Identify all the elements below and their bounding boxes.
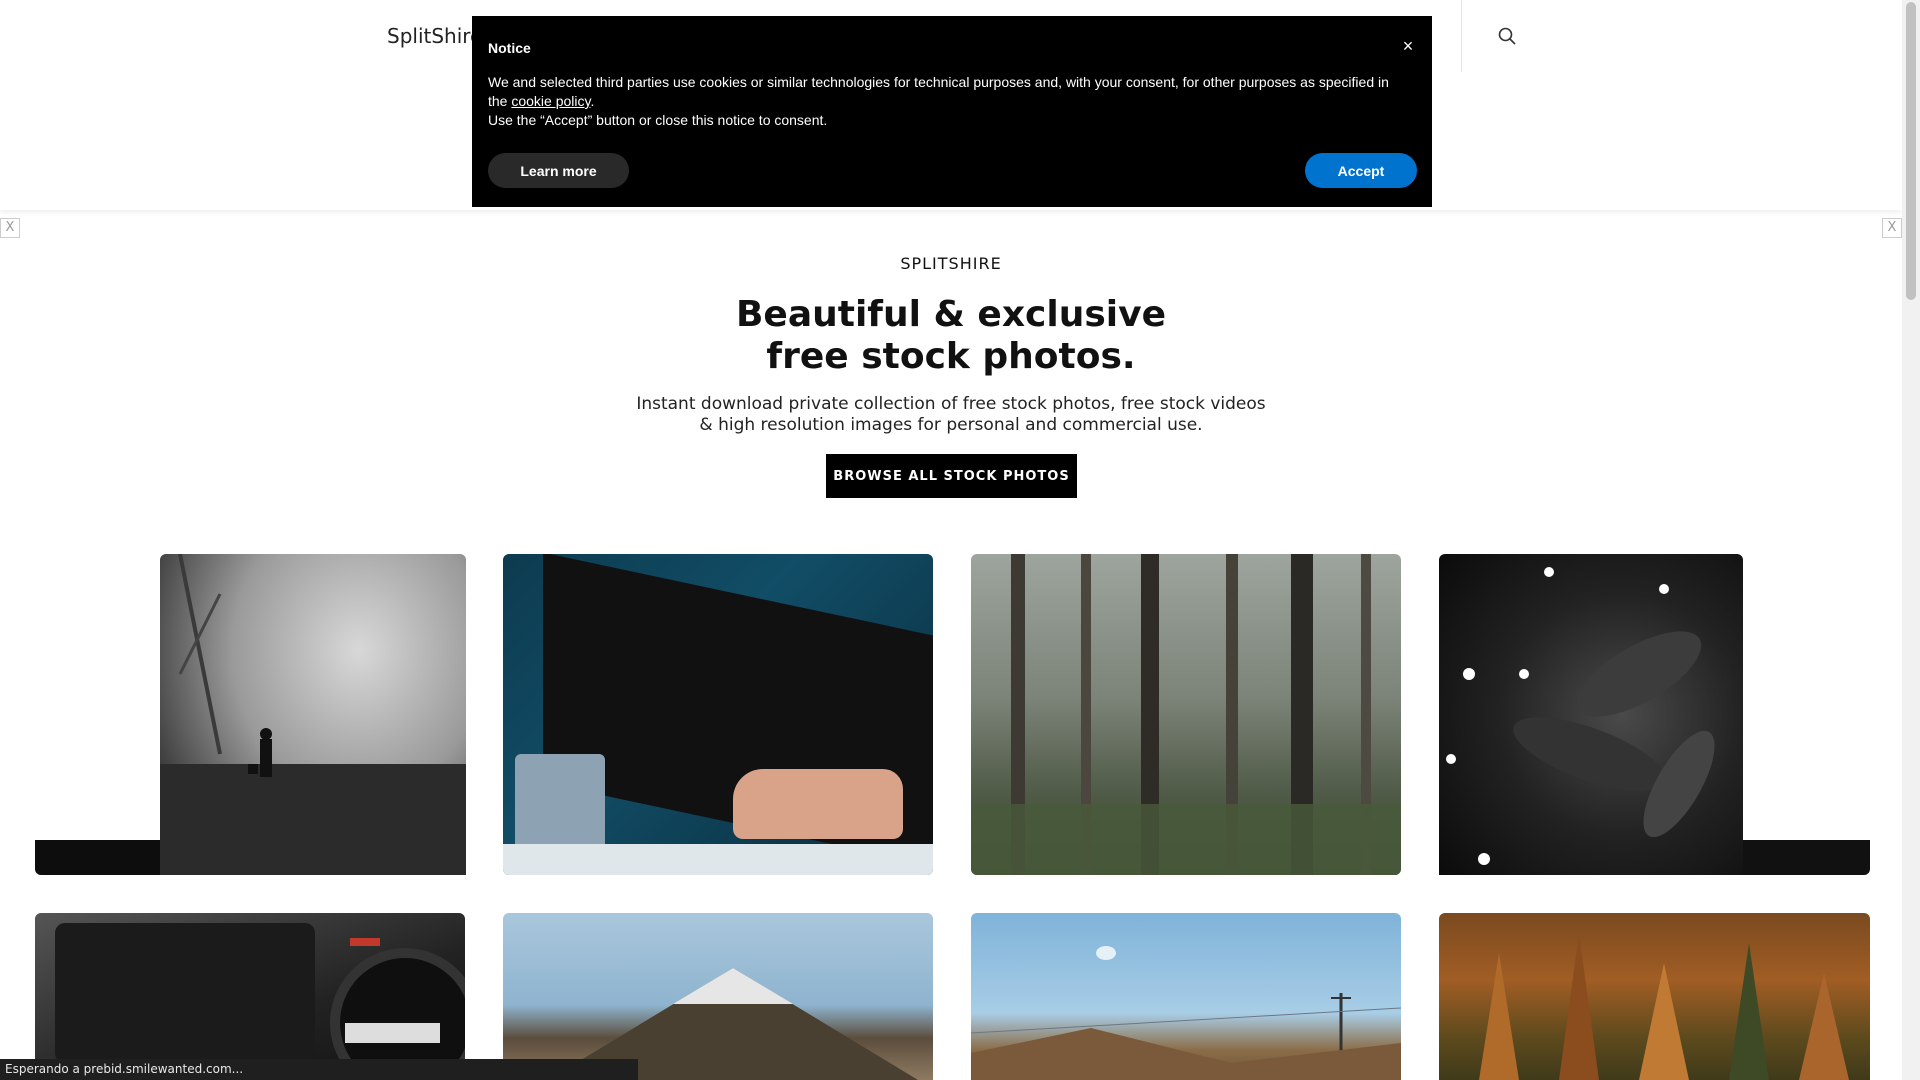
browse-all-photos-button[interactable]: BROWSE ALL STOCK PHOTOS	[826, 454, 1077, 498]
learn-more-button[interactable]: Learn more	[488, 153, 629, 188]
hero-title-line-1: Beautiful & exclusive	[735, 294, 1166, 335]
photo-card-3[interactable]	[971, 554, 1401, 875]
photo-card-4[interactable]	[1439, 554, 1743, 875]
notice-title: Notice	[488, 40, 531, 56]
hero-subtitle-line-1: Instant download private collection of f…	[636, 394, 1266, 414]
cookie-notice: Notice × We and selected third parties u…	[472, 16, 1432, 207]
scrollbar-thumb[interactable]	[1906, 2, 1916, 300]
photo-card-1[interactable]	[160, 554, 466, 875]
browser-status-bar: Esperando a prebid.smilewanted.com...	[0, 1059, 638, 1080]
dark-leaves-image	[1446, 567, 1715, 865]
forest-image	[971, 554, 1401, 875]
hillside-pylon-image	[971, 946, 1401, 1080]
hand-image	[733, 769, 903, 839]
desk-image	[503, 844, 933, 875]
photo-card-8[interactable]	[1439, 913, 1870, 1080]
notice-text-period: .	[590, 93, 595, 109]
autumn-forest-image	[1479, 933, 1849, 1080]
cookie-policy-link[interactable]: cookie policy	[511, 93, 590, 109]
mountain-snow-image	[673, 968, 793, 1004]
notice-text-body: We and selected third parties use cookie…	[488, 74, 1389, 109]
foggy-street-image	[160, 554, 466, 875]
notice-text: We and selected third parties use cookie…	[488, 73, 1408, 130]
ad-close-left-button[interactable]: X	[0, 218, 20, 238]
photo-card-6[interactable]	[503, 913, 933, 1080]
hero-subtitle: Instant download private collection of f…	[0, 394, 1902, 436]
notice-text-line-2: Use the “Accept” button or close this no…	[488, 112, 828, 128]
photo-card-5[interactable]	[35, 913, 465, 1080]
site-logo[interactable]: SplitShire	[387, 24, 482, 48]
page-scrollbar[interactable]	[1902, 0, 1920, 1080]
hero-title: Beautiful & exclusive free stock photos.	[0, 294, 1902, 378]
photo-card-7[interactable]	[971, 913, 1401, 1080]
hero-subtitle-line-2: & high resolution images for personal an…	[699, 415, 1203, 435]
header-divider	[1461, 0, 1462, 72]
close-icon[interactable]: ×	[1398, 36, 1418, 56]
accept-button[interactable]: Accept	[1305, 153, 1417, 188]
hero-eyebrow: SPLITSHIRE	[900, 254, 1002, 273]
search-icon[interactable]	[1495, 24, 1519, 48]
photo-card-2[interactable]	[503, 554, 933, 875]
ad-close-right-button[interactable]: X	[1882, 218, 1902, 238]
hero-title-line-2: free stock photos.	[766, 336, 1136, 377]
vehicle-image	[55, 923, 465, 1080]
